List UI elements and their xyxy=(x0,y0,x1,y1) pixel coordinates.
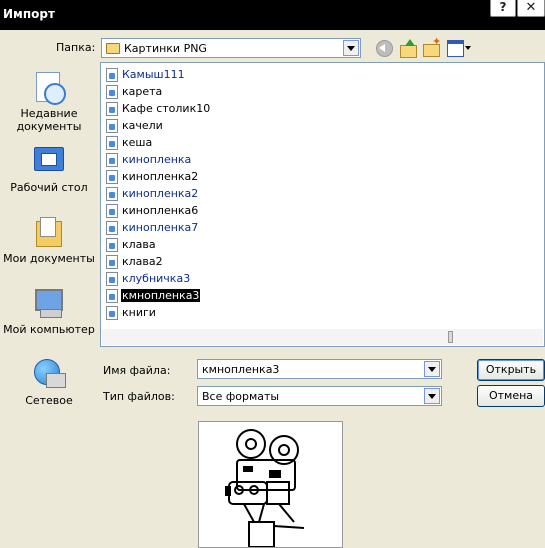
help-button[interactable]: ? xyxy=(490,0,516,17)
file-name: кинопленка6 xyxy=(122,204,199,217)
place-label: Сетевое xyxy=(25,394,73,407)
my-computer-icon xyxy=(32,286,66,320)
scrollbar-thumb[interactable] xyxy=(448,331,453,343)
place-label: Мои документы xyxy=(3,252,95,265)
place-recent[interactable]: Недавние документы xyxy=(0,70,98,133)
image-file-icon xyxy=(106,136,118,150)
close-button[interactable]: ✕ xyxy=(517,0,545,17)
image-file-icon xyxy=(106,119,118,133)
folder-dropdown[interactable]: Картинки PNG xyxy=(101,38,361,58)
new-folder-icon[interactable] xyxy=(423,35,441,57)
file-name: кинопленка xyxy=(122,153,192,166)
folder-icon xyxy=(106,43,120,54)
image-file-icon xyxy=(106,272,118,286)
network-icon xyxy=(32,357,66,391)
image-file-icon xyxy=(106,221,118,235)
filetype-label: Тип файлов: xyxy=(103,390,175,403)
filename-value: кмнопленка3 xyxy=(202,363,280,376)
image-file-icon xyxy=(106,204,118,218)
filename-input[interactable]: кмнопленка3 xyxy=(197,359,442,379)
place-label: Мой компьютер xyxy=(3,323,95,336)
image-file-icon xyxy=(106,238,118,252)
desktop-icon xyxy=(32,144,66,178)
image-file-icon xyxy=(106,153,118,167)
place-my-computer[interactable]: Мой компьютер xyxy=(0,286,98,336)
chevron-down-icon[interactable] xyxy=(424,361,440,377)
up-folder-icon[interactable] xyxy=(400,39,418,58)
image-preview xyxy=(198,421,343,548)
image-file-icon xyxy=(106,68,118,82)
filetype-dropdown[interactable]: Все форматы xyxy=(197,386,442,406)
folder-value: Картинки PNG xyxy=(124,42,207,55)
file-name: книги xyxy=(122,306,156,319)
file-name: Камыш111 xyxy=(122,68,185,81)
file-name: кинопленка2 xyxy=(122,187,199,200)
back-icon[interactable] xyxy=(375,39,393,57)
filename-label: Имя файла: xyxy=(103,364,171,377)
filetype-value: Все форматы xyxy=(202,390,280,403)
folder-label: Папка: xyxy=(56,41,96,54)
view-menu-icon[interactable] xyxy=(447,39,471,57)
image-file-icon xyxy=(106,306,118,320)
image-file-icon xyxy=(106,187,118,201)
file-list[interactable]: Камыш111 карета Кафе столик10 качели кеш… xyxy=(100,62,545,347)
file-name: клава2 xyxy=(122,255,163,268)
title-bar[interactable]: Импорт ? ✕ xyxy=(0,0,545,30)
place-label: Недавние документы xyxy=(16,107,82,133)
file-name: карета xyxy=(122,85,163,98)
place-my-documents[interactable]: Мои документы xyxy=(0,215,98,265)
film-camera-icon xyxy=(225,429,305,548)
chevron-down-icon[interactable] xyxy=(424,388,440,404)
file-name: кеша xyxy=(122,136,153,149)
image-file-icon xyxy=(106,170,118,184)
file-name: кинопленка7 xyxy=(122,221,199,234)
file-name: Кафе столик10 xyxy=(122,102,211,115)
recent-documents-icon xyxy=(32,70,66,105)
window-title: Импорт xyxy=(3,7,55,21)
image-file-icon xyxy=(106,102,118,116)
file-name: кмнопленка3 xyxy=(121,289,201,302)
horizontal-scrollbar[interactable] xyxy=(102,329,543,345)
file-name: качели xyxy=(122,119,163,132)
image-file-icon xyxy=(106,289,118,303)
file-name: кинопленка2 xyxy=(122,170,199,183)
place-network[interactable]: Сетевое xyxy=(0,357,98,407)
place-desktop[interactable]: Рабочий стол xyxy=(0,144,98,194)
file-name: клава xyxy=(122,238,156,251)
place-label: Рабочий стол xyxy=(10,181,88,194)
my-documents-icon xyxy=(32,215,66,249)
image-file-icon xyxy=(106,255,118,269)
file-name: клубничка3 xyxy=(122,272,191,285)
chevron-down-icon[interactable] xyxy=(343,40,359,56)
image-file-icon xyxy=(106,85,118,99)
cancel-button[interactable]: Отмена xyxy=(477,385,545,407)
open-button[interactable]: Открыть xyxy=(477,359,545,381)
